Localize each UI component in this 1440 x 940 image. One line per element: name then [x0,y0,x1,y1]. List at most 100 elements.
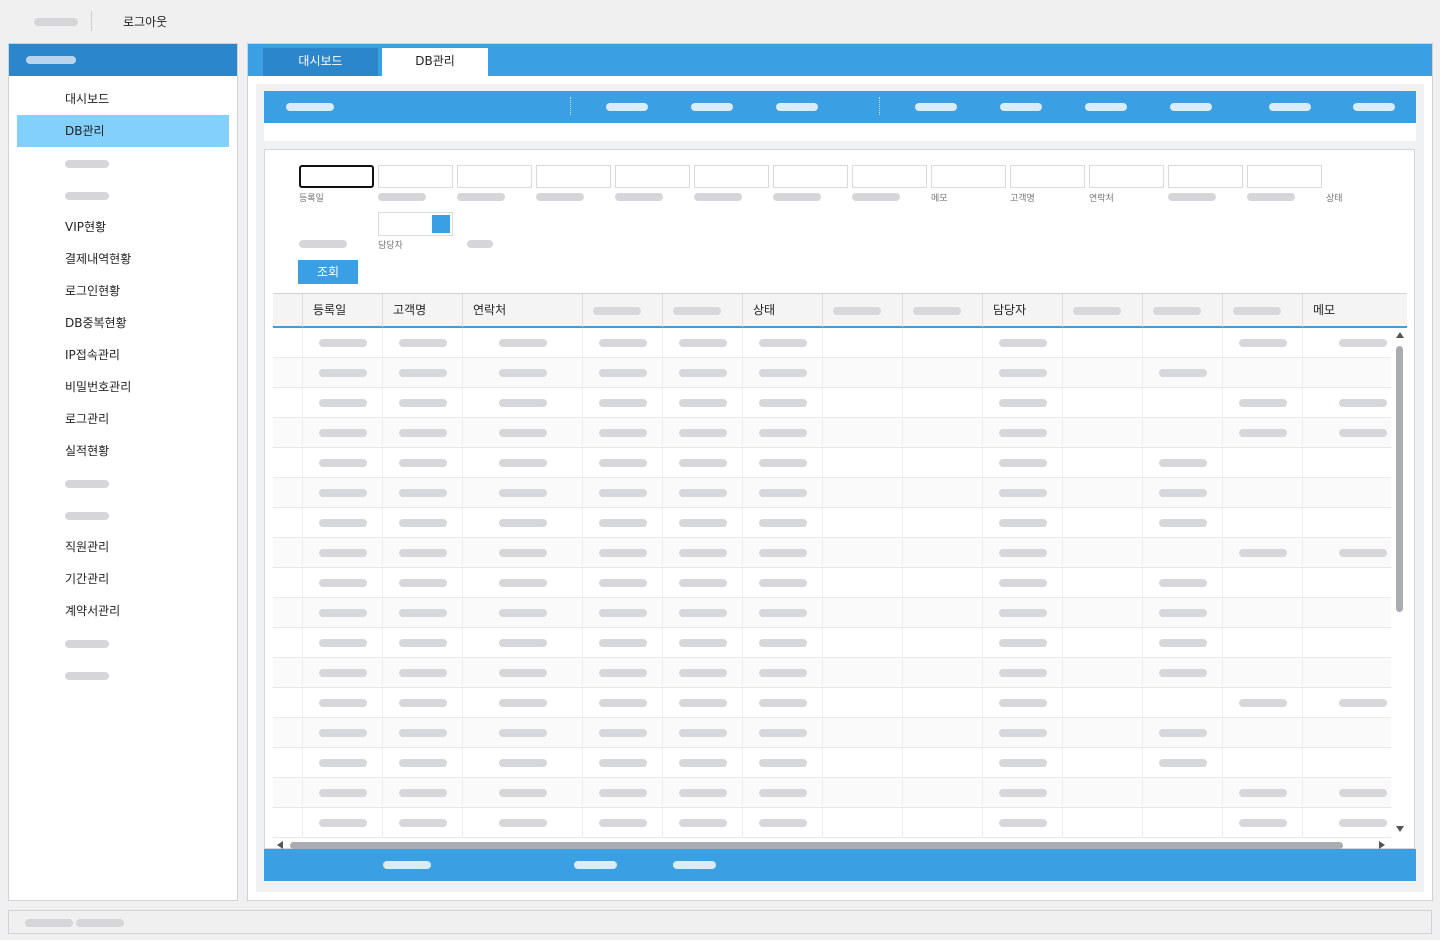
column-header[interactable] [1142,294,1222,327]
sidebar-item[interactable]: VIP현황 [17,211,229,243]
sidebar-item[interactable] [17,659,229,691]
tab-dashboard[interactable]: 대시보드 [263,48,378,76]
table-row[interactable] [273,478,1391,508]
table-row[interactable] [273,748,1391,778]
pagination-placeholder[interactable] [574,861,617,869]
filter-input[interactable] [1089,165,1164,188]
table-row[interactable] [273,598,1391,628]
cell-value-placeholder [1239,399,1287,407]
filter-input[interactable] [1247,165,1322,188]
table-row[interactable] [273,538,1391,568]
sidebar-item[interactable] [17,179,229,211]
sidebar-item[interactable] [17,627,229,659]
table-row[interactable] [273,328,1391,358]
table-row[interactable] [273,568,1391,598]
sidebar-item[interactable]: 기간관리 [17,563,229,595]
sidebar-item[interactable]: DB관리 [17,115,229,147]
sidebar-item-placeholder [65,511,109,520]
table-row[interactable] [273,808,1391,838]
filter-input[interactable] [1010,165,1085,188]
dropdown-arrow-icon[interactable] [432,215,450,233]
table-row[interactable] [273,688,1391,718]
cell-value-placeholder [1159,369,1207,377]
column-header[interactable] [1222,294,1302,327]
search-button[interactable]: 조회 [298,260,358,284]
cell-value-placeholder [679,729,727,737]
scroll-down-icon[interactable] [1396,826,1404,832]
table-row[interactable] [273,778,1391,808]
pagination-placeholder[interactable] [673,861,716,869]
scroll-up-icon[interactable] [1396,332,1404,338]
column-header[interactable] [273,294,302,327]
column-header[interactable] [902,294,982,327]
sidebar-item[interactable]: 대시보드 [17,83,229,115]
column-header[interactable] [1062,294,1142,327]
sidebar-item[interactable]: DB중복현황 [17,307,229,339]
sidebar-item[interactable] [17,147,229,179]
sidebar-item[interactable] [17,499,229,531]
table-cell [1142,628,1222,658]
table-cell [1302,328,1391,358]
vertical-scroll-thumb[interactable] [1396,346,1403,612]
scroll-right-icon[interactable] [1379,841,1385,849]
table-row[interactable] [273,508,1391,538]
sidebar-item[interactable]: 비밀번호관리 [17,371,229,403]
sidebar-item[interactable]: 계약서관리 [17,595,229,627]
cell-value-placeholder [1239,819,1287,827]
sidebar-item[interactable]: 로그인현황 [17,275,229,307]
column-header[interactable]: 연락처 [462,294,582,327]
column-header[interactable]: 등록일 [302,294,382,327]
filter-input[interactable] [852,165,927,188]
column-header[interactable]: 고객명 [382,294,462,327]
cell-value-placeholder [319,609,367,617]
table-row[interactable] [273,718,1391,748]
filter-input[interactable] [378,165,453,188]
filter-input[interactable] [931,165,1006,188]
table-row[interactable] [273,448,1391,478]
pagination-placeholder[interactable] [383,861,431,869]
filter-input[interactable] [615,165,690,188]
column-header[interactable] [822,294,902,327]
cell-value-placeholder [999,669,1047,677]
table-row[interactable] [273,388,1391,418]
filter-input[interactable] [773,165,848,188]
cell-value-placeholder [1239,429,1287,437]
sidebar-item[interactable]: 직원관리 [17,531,229,563]
table-cell [902,628,982,658]
column-header[interactable]: 상태 [742,294,822,327]
column-header[interactable]: 메모 [1302,294,1392,327]
vertical-scrollbar[interactable] [1393,328,1407,838]
table-row[interactable] [273,418,1391,448]
filter-input[interactable] [299,165,374,188]
tab-db-management[interactable]: DB관리 [382,48,488,76]
filter-input[interactable] [1168,165,1243,188]
sidebar-item[interactable] [17,467,229,499]
table-cell [462,658,582,688]
cell-value-placeholder [999,819,1047,827]
cell-value-placeholder [399,369,447,377]
horizontal-scroll-thumb[interactable] [290,842,1343,849]
table-cell [742,808,822,838]
manager-select[interactable] [378,212,453,236]
scroll-left-icon[interactable] [277,841,283,849]
cell-value-placeholder [999,369,1047,377]
column-header[interactable]: 담당자 [982,294,1062,327]
sidebar-item[interactable]: 로그관리 [17,403,229,435]
sidebar-item[interactable]: 실적현황 [17,435,229,467]
sidebar-item[interactable]: IP접속관리 [17,339,229,371]
column-header[interactable] [662,294,742,327]
cell-value-placeholder [759,489,807,497]
table-cell [742,538,822,568]
column-header-placeholder [833,306,881,315]
table-row[interactable] [273,658,1391,688]
table-row[interactable] [273,358,1391,388]
cell-value-placeholder [679,399,727,407]
sidebar-item[interactable]: 결제내역현황 [17,243,229,275]
table-cell [982,598,1062,628]
column-header[interactable] [582,294,662,327]
filter-input[interactable] [536,165,611,188]
filter-input[interactable] [457,165,532,188]
logout-link[interactable]: 로그아웃 [123,13,167,30]
filter-input[interactable] [694,165,769,188]
table-row[interactable] [273,628,1391,658]
